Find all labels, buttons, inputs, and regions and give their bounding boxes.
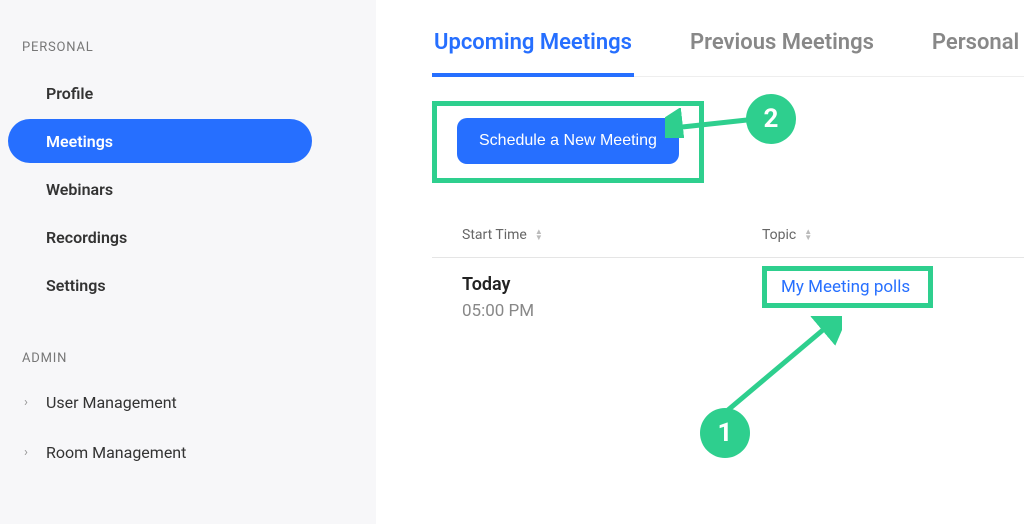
- chevron-right-icon: ›: [24, 395, 34, 410]
- sidebar-item-webinars[interactable]: Webinars: [8, 167, 312, 211]
- sidebar-item-recordings[interactable]: Recordings: [8, 215, 312, 259]
- sidebar-item-label: Room Management: [46, 443, 186, 462]
- schedule-new-meeting-button[interactable]: Schedule a New Meeting: [457, 118, 679, 164]
- column-header-topic[interactable]: Topic ▲▼: [762, 227, 812, 243]
- column-header-label: Start Time: [462, 227, 527, 243]
- meetings-table: Start Time ▲▼ Topic ▲▼ Today 05:00 PM My…: [432, 227, 1024, 321]
- chevron-right-icon: ›: [24, 445, 34, 460]
- sidebar-item-room-management[interactable]: › Room Management: [0, 430, 376, 474]
- sidebar-section-personal: PERSONAL: [0, 28, 376, 69]
- meetings-tabs: Upcoming Meetings Previous Meetings Pers…: [432, 18, 1024, 77]
- cell-start-time: Today 05:00 PM: [462, 274, 762, 321]
- annotation-highlight-box: My Meeting polls: [762, 266, 933, 308]
- sidebar-item-user-management[interactable]: › User Management: [0, 380, 376, 424]
- table-row: Today 05:00 PM My Meeting polls: [432, 258, 1024, 321]
- sidebar-section-admin: ADMIN: [0, 339, 376, 380]
- sidebar-item-label: Settings: [46, 276, 106, 295]
- meeting-topic-link[interactable]: My Meeting polls: [781, 277, 910, 297]
- annotation-arrow-icon: [722, 316, 842, 416]
- meeting-day: Today: [462, 274, 762, 295]
- sort-icon: ▲▼: [804, 229, 812, 241]
- sidebar-item-meetings[interactable]: Meetings: [8, 119, 312, 163]
- annotation-highlight-box: Schedule a New Meeting: [432, 101, 704, 183]
- annotation-arrow-icon: [665, 108, 755, 138]
- sidebar-item-label: User Management: [46, 393, 177, 412]
- meeting-time: 05:00 PM: [462, 301, 762, 321]
- sidebar-item-profile[interactable]: Profile: [8, 71, 312, 115]
- sidebar-item-settings[interactable]: Settings: [8, 263, 312, 307]
- main-content: Upcoming Meetings Previous Meetings Pers…: [376, 0, 1024, 524]
- cell-topic: My Meeting polls: [762, 274, 933, 321]
- sidebar-item-label: Webinars: [46, 180, 113, 199]
- sidebar-item-label: Recordings: [46, 228, 127, 247]
- sidebar-item-label: Meetings: [46, 132, 113, 151]
- sort-icon: ▲▼: [535, 229, 543, 241]
- column-header-start-time[interactable]: Start Time ▲▼: [462, 227, 762, 243]
- table-header: Start Time ▲▼ Topic ▲▼: [432, 227, 1024, 257]
- sidebar-item-label: Profile: [46, 84, 93, 103]
- tab-personal-meeting[interactable]: Personal M: [930, 18, 1024, 76]
- tab-previous-meetings[interactable]: Previous Meetings: [688, 18, 876, 76]
- sidebar: PERSONAL Profile Meetings Webinars Recor…: [0, 0, 376, 524]
- column-header-label: Topic: [762, 227, 796, 243]
- tab-upcoming-meetings[interactable]: Upcoming Meetings: [432, 18, 634, 77]
